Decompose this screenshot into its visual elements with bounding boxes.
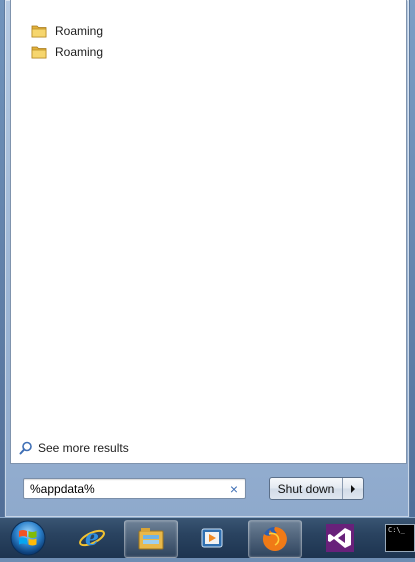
folder-icon [31,25,47,37]
taskbar: e C:\_ [0,517,415,558]
command-prompt-icon: C:\_ [388,526,405,534]
result-list: Roaming Roaming [29,20,107,62]
shutdown-button[interactable]: Shut down [270,478,343,499]
search-icon [19,441,32,455]
internet-explorer-icon: e [79,525,105,551]
search-input[interactable] [24,479,220,498]
svg-text:e: e [85,525,99,551]
start-button[interactable] [8,519,48,557]
search-results-pane: Roaming Roaming See more results [10,0,407,464]
taskbar-windows-explorer[interactable] [124,520,178,558]
result-item-label: Roaming [55,23,104,38]
folder-icon [31,46,47,58]
taskbar-internet-explorer[interactable]: e [66,520,118,556]
search-box[interactable]: × [23,478,246,499]
clear-search-icon[interactable]: × [226,480,242,497]
shutdown-options-arrow[interactable] [343,478,363,499]
see-more-results-link[interactable]: See more results [19,441,129,455]
firefox-icon [262,527,287,551]
taskbar-firefox[interactable] [248,520,302,558]
result-item-roaming[interactable]: Roaming [29,41,107,62]
taskbar-media-player[interactable] [186,520,238,556]
windows-logo-icon [10,520,46,556]
chevron-right-icon [351,484,355,493]
media-player-icon [201,528,223,548]
result-item-roaming[interactable]: Roaming [29,20,107,41]
taskbar-visual-studio[interactable] [314,520,366,556]
visual-studio-icon [326,524,354,552]
taskbar-command-prompt[interactable]: C:\_ [385,524,415,552]
folder-library-icon [138,528,164,550]
result-item-label: Roaming [55,44,104,59]
see-more-results-label: See more results [38,441,129,455]
shutdown-split-button: Shut down [269,477,364,500]
